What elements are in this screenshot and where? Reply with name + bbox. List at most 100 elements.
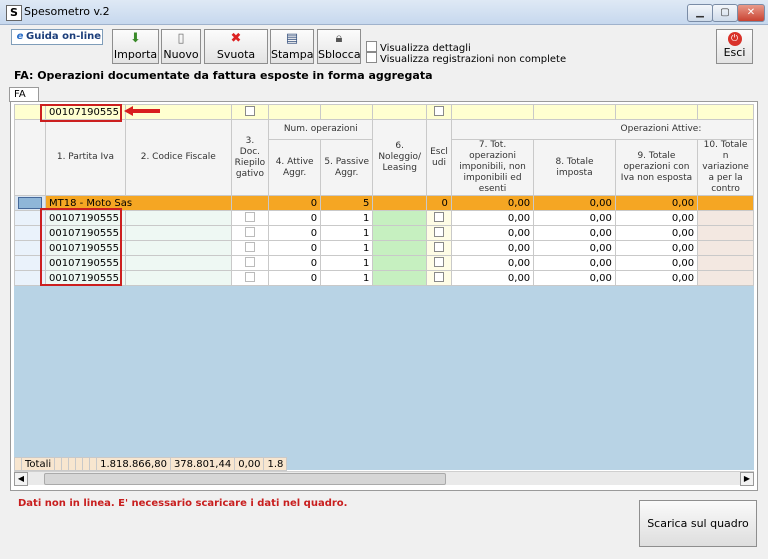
checkbox[interactable] xyxy=(433,241,444,252)
scarica-sul-quadro-button[interactable]: Scarica sul quadro xyxy=(639,500,757,547)
cell-escludi[interactable] xyxy=(426,240,452,256)
cell-doc-riepilogativo[interactable] xyxy=(230,270,270,286)
header-noleggio[interactable]: 6. Noleggio/ Leasing xyxy=(372,119,428,196)
cell-tot-iva[interactable]: 0,00 xyxy=(614,255,699,271)
cell-tot-op[interactable]: 0,00 xyxy=(450,270,535,286)
cell-passive[interactable]: 1 xyxy=(320,240,374,256)
cell-codice-fiscale[interactable] xyxy=(124,255,232,271)
table-row[interactable]: 00107190555 0 1 0,00 0,00 0,00 xyxy=(14,225,754,241)
cell-tot-iva[interactable]: 0,00 xyxy=(614,240,699,256)
filter-cell[interactable] xyxy=(533,104,616,120)
header-escludi[interactable]: Escl udi xyxy=(426,119,452,196)
cell-tot-op[interactable]: 0,00 xyxy=(450,210,535,226)
header-tot-operazioni[interactable]: 7. Tot. operazioni imponibili, non impon… xyxy=(450,139,535,196)
checkbox-box[interactable] xyxy=(366,41,377,52)
maximize-button[interactable]: ▢ xyxy=(712,4,738,22)
stampa-button[interactable]: ▤ Stampa xyxy=(270,29,314,64)
checkbox[interactable] xyxy=(433,271,444,282)
header-totale-variazione[interactable]: 10. Totale n variazione a per la contro xyxy=(697,139,754,196)
header-doc-riepilogativo[interactable]: 3. Doc. Riepilo gativo xyxy=(230,119,270,196)
svuota-button[interactable]: ✖ Svuota xyxy=(204,29,268,64)
table-row[interactable]: 00107190555 0 1 0,00 0,00 0,00 xyxy=(14,210,754,226)
filter-cell[interactable] xyxy=(614,104,699,120)
cell-passive[interactable]: 1 xyxy=(320,225,374,241)
cell-tot-iva[interactable]: 0,00 xyxy=(614,270,699,286)
filter-cell[interactable] xyxy=(697,104,754,120)
cell-codice-fiscale[interactable] xyxy=(124,240,232,256)
cell-attive[interactable]: 0 xyxy=(268,270,322,286)
cell-variazione[interactable] xyxy=(697,240,754,256)
sblocca-button[interactable]: 🔒︎ Sblocca xyxy=(317,29,361,64)
close-button[interactable]: ✕ xyxy=(737,4,765,22)
importa-button[interactable]: ⬇ Importa xyxy=(112,29,159,64)
nuovo-button[interactable]: ▯ Nuovo xyxy=(161,29,201,64)
cell-escludi[interactable] xyxy=(426,255,452,271)
horizontal-scrollbar[interactable]: ◀ ▶ xyxy=(14,471,754,486)
scroll-thumb[interactable] xyxy=(44,473,446,485)
cell-attive[interactable]: 0 xyxy=(268,210,322,226)
table-row[interactable]: 00107190555 0 1 0,00 0,00 0,00 xyxy=(14,255,754,271)
cell-doc-riepilogativo[interactable] xyxy=(230,210,270,226)
cell-variazione[interactable] xyxy=(697,210,754,226)
cell-noleggio[interactable] xyxy=(372,240,428,256)
checkbox-box[interactable] xyxy=(366,52,377,63)
cell-variazione[interactable] xyxy=(697,255,754,271)
cell-tot-imp[interactable]: 0,00 xyxy=(533,270,616,286)
tab-fa[interactable]: FA xyxy=(9,87,39,102)
cell-noleggio[interactable] xyxy=(372,255,428,271)
cell-noleggio[interactable] xyxy=(372,210,428,226)
header-codice-fiscale[interactable]: 2. Codice Fiscale xyxy=(124,119,232,196)
checkbox[interactable] xyxy=(244,211,255,222)
checkbox[interactable] xyxy=(244,271,255,282)
cell-codice-fiscale[interactable] xyxy=(124,270,232,286)
guida-online-button[interactable]: e Guida on-line xyxy=(11,29,103,45)
filter-cell[interactable] xyxy=(268,104,322,120)
cell-tot-imp[interactable]: 0,00 xyxy=(533,255,616,271)
header-passive-aggr[interactable]: 5. Passive Aggr. xyxy=(320,139,374,196)
cell-codice-fiscale[interactable] xyxy=(124,225,232,241)
filter-cell[interactable] xyxy=(320,104,374,120)
cell-tot-iva[interactable]: 0,00 xyxy=(614,210,699,226)
checkbox[interactable] xyxy=(433,105,444,116)
cell-attive[interactable]: 0 xyxy=(268,240,322,256)
cell-passive[interactable]: 1 xyxy=(320,210,374,226)
data-grid[interactable]: 00107190555 1. Partita Iva 2. Codice Fis… xyxy=(14,104,754,470)
cell-doc-riepilogativo[interactable] xyxy=(230,225,270,241)
expand-group-icon[interactable] xyxy=(18,197,42,209)
header-attive-aggr[interactable]: 4. Attive Aggr. xyxy=(268,139,322,196)
cell-tot-iva[interactable]: 0,00 xyxy=(614,225,699,241)
cell-doc-riepilogativo[interactable] xyxy=(230,255,270,271)
table-row[interactable]: 00107190555 0 1 0,00 0,00 0,00 xyxy=(14,270,754,286)
cell-codice-fiscale[interactable] xyxy=(124,210,232,226)
cell-escludi[interactable] xyxy=(426,225,452,241)
cell-tot-imp[interactable]: 0,00 xyxy=(533,225,616,241)
checkbox[interactable] xyxy=(244,256,255,267)
cell-noleggio[interactable] xyxy=(372,225,428,241)
checkbox[interactable] xyxy=(244,105,255,116)
cell-tot-op[interactable]: 0,00 xyxy=(450,225,535,241)
filter-escludi-checkbox[interactable] xyxy=(426,104,452,120)
filter-doc-checkbox[interactable] xyxy=(230,104,270,120)
scroll-right-button[interactable]: ▶ xyxy=(740,472,754,486)
group-row[interactable]: MT18 - Moto Sas 0 5 0 0,00 0,00 0,00 xyxy=(14,195,754,211)
filter-cell[interactable] xyxy=(450,104,535,120)
cell-tot-imp[interactable]: 0,00 xyxy=(533,240,616,256)
cell-escludi[interactable] xyxy=(426,270,452,286)
esci-button[interactable]: ⏻ Esci xyxy=(716,29,753,64)
visualizza-non-complete-checkbox[interactable]: Visualizza registrazioni non complete xyxy=(366,52,566,65)
cell-tot-imp[interactable]: 0,00 xyxy=(533,210,616,226)
checkbox[interactable] xyxy=(433,211,444,222)
cell-variazione[interactable] xyxy=(697,225,754,241)
cell-noleggio[interactable] xyxy=(372,270,428,286)
cell-variazione[interactable] xyxy=(697,270,754,286)
header-partita-iva[interactable]: 1. Partita Iva xyxy=(45,119,126,196)
table-row[interactable]: 00107190555 0 1 0,00 0,00 0,00 xyxy=(14,240,754,256)
checkbox[interactable] xyxy=(244,226,255,237)
checkbox[interactable] xyxy=(433,256,444,267)
checkbox[interactable] xyxy=(433,226,444,237)
filter-cell[interactable] xyxy=(372,104,428,120)
cell-tot-op[interactable]: 0,00 xyxy=(450,240,535,256)
header-totale-imposta[interactable]: 8. Totale imposta xyxy=(533,139,616,196)
cell-attive[interactable]: 0 xyxy=(268,255,322,271)
cell-escludi[interactable] xyxy=(426,210,452,226)
